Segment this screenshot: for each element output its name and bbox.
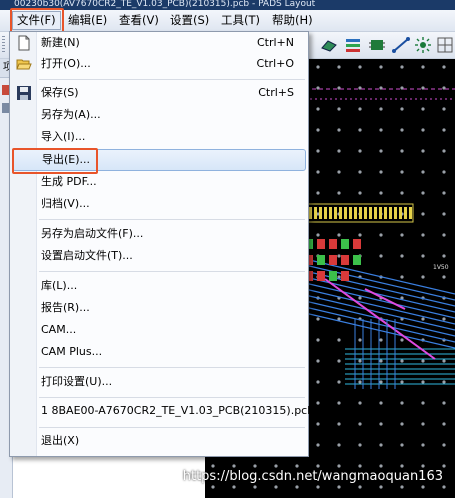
menu-item-save-as[interactable]: 另存为(A)... — [12, 105, 304, 125]
menu-separator — [39, 271, 305, 272]
line-draw-icon[interactable] — [392, 36, 410, 54]
toolbar-grip[interactable] — [2, 36, 5, 54]
menu-tools[interactable]: 工具(T) — [217, 12, 264, 29]
menu-separator — [39, 397, 305, 398]
menu-item-save-as-startup[interactable]: 另存为启动文件(F)... — [12, 224, 304, 244]
menu-view[interactable]: 查看(V) — [115, 12, 163, 29]
menu-item-exit[interactable]: 退出(X) — [12, 431, 304, 451]
menu-item-label: 退出(X) — [41, 434, 80, 447]
menu-item-shortcut: Ctrl+S — [258, 86, 294, 99]
menu-setup[interactable]: 设置(S) — [166, 12, 213, 29]
menu-item-cam[interactable]: CAM... — [12, 320, 304, 340]
menu-edit[interactable]: 编辑(E) — [64, 12, 111, 29]
menu-item-set-startup[interactable]: 设置启动文件(T)... — [12, 246, 304, 266]
menu-item-save[interactable]: 保存(S) Ctrl+S — [12, 83, 304, 103]
menu-item-archive[interactable]: 归档(V)... — [12, 194, 304, 214]
menu-item-label: 设置启动文件(T)... — [41, 249, 133, 262]
watermark-url: https://blog.csdn.net/wangmaoquan163 — [182, 469, 443, 484]
save-disk-icon — [16, 85, 32, 101]
window-title-bar: 00230b30(AV7670CR2_TE_V1.03_PCB)(210315)… — [0, 0, 455, 10]
menu-separator — [39, 219, 305, 220]
menu-item-import[interactable]: 导入(I)... — [12, 127, 304, 147]
menu-item-shortcut: Ctrl+N — [256, 36, 294, 49]
menu-item-shortcut: Ctrl+O — [256, 57, 294, 70]
menu-item-new[interactable]: 新建(N) Ctrl+N — [12, 33, 304, 53]
menu-item-print-setup[interactable]: 打印设置(U)... — [12, 372, 304, 392]
menu-separator — [39, 367, 305, 368]
route-icon[interactable] — [320, 36, 338, 54]
menu-item-label: 打印设置(U)... — [41, 375, 113, 388]
svg-text:1V50: 1V50 — [433, 264, 449, 271]
menu-item-library[interactable]: 库(L)... — [12, 276, 304, 296]
component-icon[interactable] — [368, 36, 386, 54]
menu-item-recent-file[interactable]: 1 8BAE00-A7670CR2_TE_V1.03_PCB(210315).p… — [12, 401, 314, 421]
menu-item-label: 另存为启动文件(F)... — [41, 227, 144, 240]
menu-separator — [39, 79, 305, 80]
menu-item-label: 导入(I)... — [41, 130, 86, 143]
open-folder-icon — [16, 56, 32, 72]
menu-bar: 文件(F) 编辑(E) 查看(V) 设置(S) 工具(T) 帮助(H) — [0, 10, 455, 32]
menu-item-label: 生成 PDF... — [41, 175, 97, 188]
menu-item-label: CAM Plus... — [41, 345, 103, 358]
menu-item-label: 保存(S) — [41, 86, 79, 99]
export-highlight — [12, 148, 98, 174]
menu-separator — [39, 427, 305, 428]
menu-item-label: 打开(O)... — [41, 57, 91, 70]
menu-item-cam-plus[interactable]: CAM Plus... — [12, 342, 304, 362]
menu-item-label: 新建(N) — [41, 36, 80, 49]
grid-icon[interactable] — [436, 36, 454, 54]
menu-item-label: 库(L)... — [41, 279, 78, 292]
menu-item-label: 1 8BAE00-A7670CR2_TE_V1.03_PCB(210315).p… — [41, 404, 315, 417]
menu-item-label: 另存为(A)... — [41, 108, 101, 121]
menu-item-label: 归档(V)... — [41, 197, 90, 210]
menu-item-reports[interactable]: 报告(R)... — [12, 298, 304, 318]
file-menu-dropdown: 新建(N) Ctrl+N 打开(O)... Ctrl+O 保存(S) Ctrl+… — [9, 31, 314, 457]
layer-stack-icon[interactable] — [344, 36, 362, 54]
menu-item-open[interactable]: 打开(O)... Ctrl+O — [12, 54, 304, 74]
menu-help[interactable]: 帮助(H) — [268, 12, 317, 29]
sun-burst-icon[interactable] — [414, 36, 432, 54]
menu-item-generate-pdf[interactable]: 生成 PDF... — [12, 172, 304, 192]
menu-item-label: 报告(R)... — [41, 301, 90, 314]
menu-item-label: CAM... — [41, 323, 77, 336]
new-file-icon — [16, 35, 32, 51]
